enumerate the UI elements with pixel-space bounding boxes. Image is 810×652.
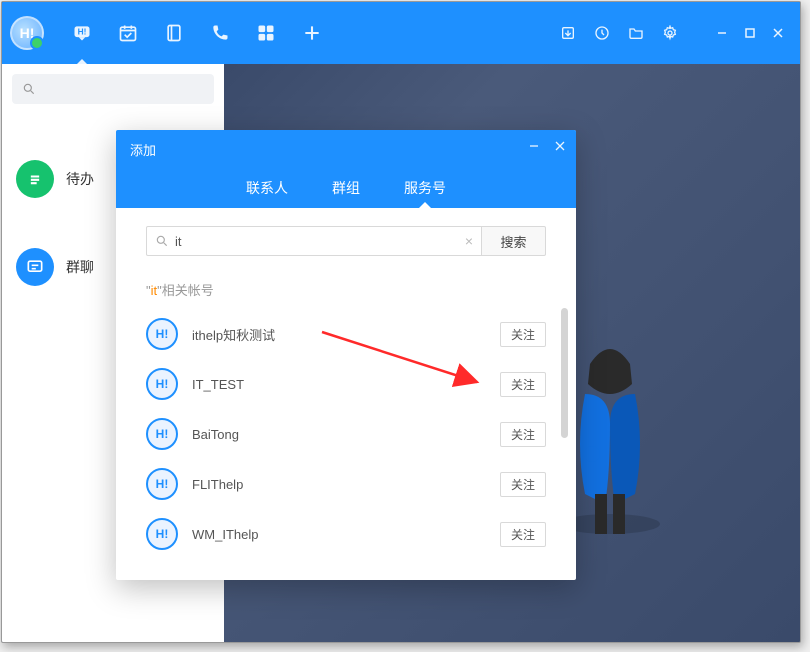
add-modal: 添加 联系人 群组 服务号 × 搜索 "it"相关帐号 [116, 130, 576, 580]
result-avatar-icon: H! [146, 418, 178, 450]
result-name: BaiTong [192, 427, 486, 442]
window-controls [708, 21, 792, 45]
save-icon[interactable] [558, 23, 578, 43]
result-avatar-icon: H! [146, 318, 178, 350]
result-avatar-icon: H! [146, 468, 178, 500]
modal-title: 添加 [130, 140, 156, 159]
sidebar-item-label: 群聊 [66, 257, 94, 277]
result-item: H! BaiTong 关注 [146, 409, 546, 459]
modal-search-input[interactable] [175, 234, 459, 249]
follow-button[interactable]: 关注 [500, 372, 546, 397]
titlebar-right [558, 21, 792, 45]
modal-tabs: 联系人 群组 服务号 [116, 168, 576, 208]
follow-button[interactable]: 关注 [500, 522, 546, 547]
modal-minimize-button[interactable] [524, 136, 544, 156]
tab-groups[interactable]: 群组 [330, 168, 362, 208]
result-item: H! IT_TEST 关注 [146, 359, 546, 409]
follow-button[interactable]: 关注 [500, 322, 546, 347]
result-list: H!ithelp知秋测试关注H!IT_TEST关注H!BaiTong关注H!FL… [146, 309, 546, 559]
search-icon [155, 234, 169, 248]
follow-button[interactable]: 关注 [500, 472, 546, 497]
group-chat-icon [16, 248, 54, 286]
calendar-icon[interactable] [118, 23, 138, 43]
result-name: WM_IThelp [192, 527, 486, 542]
app-window: H! H! [1, 1, 801, 643]
settings-icon[interactable] [660, 23, 680, 43]
chat-tab-icon[interactable]: H! [72, 23, 92, 43]
maximize-button[interactable] [736, 21, 764, 45]
sidebar-search[interactable] [12, 74, 214, 104]
related-label: "it"相关帐号 [146, 280, 546, 299]
svg-text:H!: H! [78, 27, 87, 37]
titlebar: H! H! [2, 2, 800, 64]
clear-icon[interactable]: × [465, 233, 473, 249]
result-item: H! ithelp知秋测试关注 [146, 309, 546, 359]
user-avatar[interactable]: H! [10, 16, 44, 50]
result-item: H! WM_IThelp 关注 [146, 509, 546, 559]
modal-body: × 搜索 "it"相关帐号 H!ithelp知秋测试关注H!IT_TEST关注H… [116, 208, 576, 580]
todo-icon [16, 160, 54, 198]
modal-header: 添加 联系人 群组 服务号 [116, 130, 576, 208]
result-name: FLIThelp [192, 477, 486, 492]
tab-contacts[interactable]: 联系人 [244, 168, 290, 208]
folder-icon[interactable] [626, 23, 646, 43]
apps-icon[interactable] [256, 23, 276, 43]
contacts-icon[interactable] [164, 23, 184, 43]
modal-search-row: × 搜索 [146, 226, 546, 256]
search-button[interactable]: 搜索 [482, 226, 546, 256]
modal-search-box[interactable]: × [146, 226, 482, 256]
close-button[interactable] [764, 21, 792, 45]
tab-service[interactable]: 服务号 [402, 168, 448, 208]
modal-close-button[interactable] [550, 136, 570, 156]
result-name: IT_TEST [192, 377, 486, 392]
result-avatar-icon: H! [146, 518, 178, 550]
result-name: ithelp知秋测试 [192, 325, 486, 344]
result-item: H! FLIThelp 关注 [146, 459, 546, 509]
avatar-letter: H! [20, 25, 35, 41]
sidebar-item-label: 待办 [66, 169, 94, 189]
minimize-button[interactable] [708, 21, 736, 45]
phone-icon[interactable] [210, 23, 230, 43]
history-icon[interactable] [592, 23, 612, 43]
follow-button[interactable]: 关注 [500, 422, 546, 447]
result-avatar-icon: H! [146, 368, 178, 400]
add-icon[interactable] [302, 23, 322, 43]
nav-icons: H! [72, 23, 322, 43]
modal-window-controls [524, 136, 570, 156]
modal-scrollbar[interactable] [561, 308, 568, 438]
